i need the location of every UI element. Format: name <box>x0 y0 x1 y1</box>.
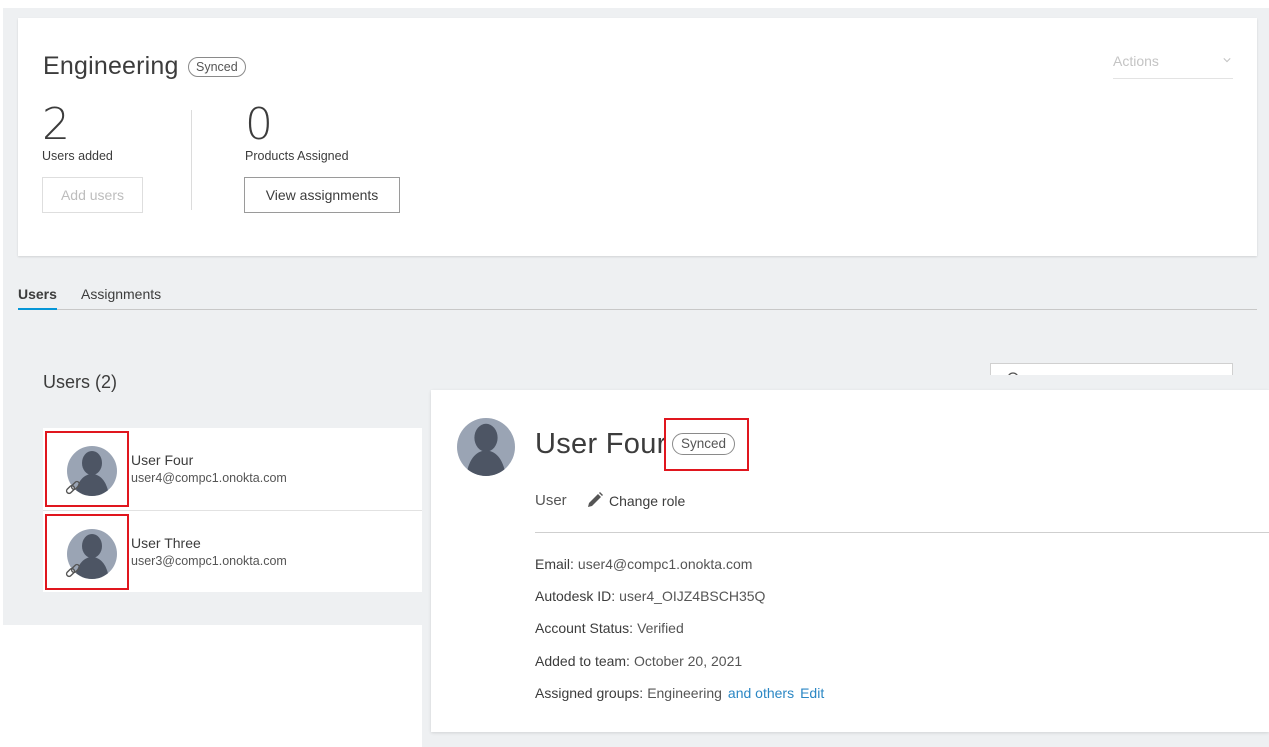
add-users-button[interactable]: Add users <box>42 177 143 213</box>
users-added-label: Users added <box>42 149 113 163</box>
products-assigned-label: Products Assigned <box>245 149 349 163</box>
chevron-down-icon <box>1223 58 1231 63</box>
view-assignments-button[interactable]: View assignments <box>244 177 400 213</box>
tab-bar: Users Assignments <box>18 286 1257 310</box>
edit-groups-link[interactable]: Edit <box>800 685 824 701</box>
stat-divider <box>191 110 192 210</box>
products-assigned-stat: 0 Products Assigned <box>245 99 349 164</box>
users-added-count: 2 <box>42 99 70 150</box>
email-value: user4@compc1.onokta.com <box>577 556 753 572</box>
avatar-highlight <box>45 431 129 507</box>
actions-dropdown[interactable]: Actions <box>1113 53 1233 79</box>
user-list: User Four user4@compc1.onokta.com User T… <box>43 428 443 592</box>
user-email: user3@compc1.onokta.com <box>131 554 287 568</box>
tab-assignments[interactable]: Assignments <box>81 286 161 310</box>
link-icon <box>65 563 81 578</box>
team-title: Engineering <box>43 52 179 80</box>
assigned-groups-value: Engineering <box>647 685 722 701</box>
pencil-icon <box>588 492 603 507</box>
user-row[interactable]: User Four user4@compc1.onokta.com <box>43 428 443 511</box>
detail-divider <box>535 532 1269 533</box>
tab-users[interactable]: Users <box>18 286 57 310</box>
products-assigned-count: 0 <box>245 99 273 150</box>
account-status-label: Account Status: <box>535 620 634 636</box>
assigned-groups-row: Assigned groups: Engineering and others Edi… <box>535 685 824 701</box>
autodesk-id-row: Autodesk ID: user4_OIJZ4BSCH35Q <box>535 588 765 604</box>
assigned-groups-label: Assigned groups: <box>535 685 644 701</box>
synced-badge: Synced <box>188 57 246 77</box>
autodesk-id-value: user4_OIJZ4BSCH35Q <box>619 588 766 604</box>
and-others-link[interactable]: and others <box>728 685 794 701</box>
detail-user-name: User Four <box>535 428 667 460</box>
users-heading: Users (2) <box>43 372 118 392</box>
autodesk-id-label: Autodesk ID: <box>535 588 616 604</box>
account-status-row: Account Status: Verified <box>535 620 684 636</box>
users-added-stat: 2 Users added <box>42 99 113 164</box>
email-row: Email: user4@compc1.onokta.com <box>535 556 752 572</box>
user-role: User <box>535 492 567 509</box>
user-name: User Four <box>131 452 194 468</box>
team-header-card: Engineering Synced Actions 2 Users added… <box>18 18 1257 256</box>
link-icon <box>65 480 81 495</box>
user-row[interactable]: User Three user3@compc1.onokta.com <box>43 511 443 592</box>
user-detail-card: User Four Synced User Change role Email:… <box>431 390 1269 732</box>
added-to-team-value: October 20, 2021 <box>633 653 743 669</box>
change-role-label: Change role <box>609 493 686 509</box>
account-status-value: Verified <box>637 620 684 636</box>
synced-badge: Synced <box>672 433 736 455</box>
actions-label: Actions <box>1113 53 1159 69</box>
added-to-team-row: Added to team: October 20, 2021 <box>535 653 742 669</box>
avatar-highlight <box>45 514 129 590</box>
user-email: user4@compc1.onokta.com <box>131 471 287 485</box>
added-to-team-label: Added to team: <box>535 653 630 669</box>
email-label: Email: <box>535 556 574 572</box>
synced-highlight: Synced <box>664 418 749 471</box>
user-name: User Three <box>131 535 201 551</box>
user-avatar-icon <box>457 418 515 476</box>
